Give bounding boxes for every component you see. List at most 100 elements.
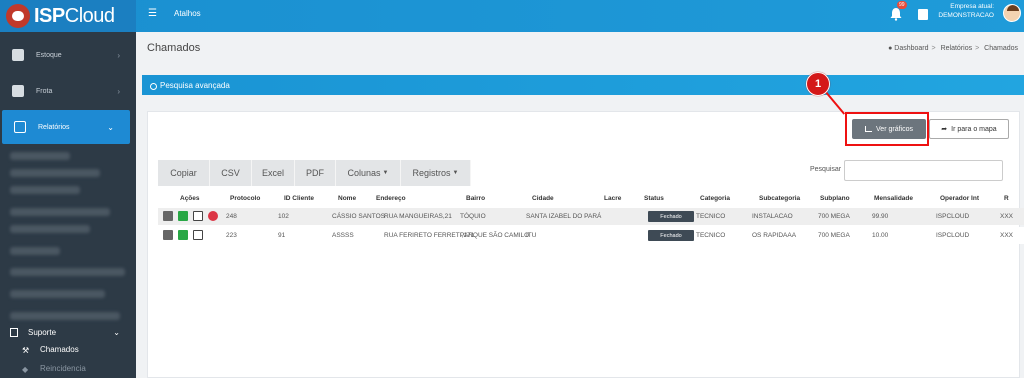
content-panel xyxy=(147,111,1020,378)
blurred-menu-item xyxy=(10,268,125,276)
blurred-menu-item xyxy=(10,225,90,233)
highlight-box xyxy=(845,112,929,146)
chevron-down-icon: ⌄ xyxy=(113,327,120,337)
excel-button[interactable]: Excel xyxy=(252,160,295,186)
search-label: Pesquisar xyxy=(810,166,842,173)
notes-icon[interactable] xyxy=(918,9,928,20)
current-company[interactable]: Empresa atual: DEMONSTRACAO xyxy=(934,2,994,20)
records-label: Registros xyxy=(412,168,451,178)
view-icon[interactable] xyxy=(163,211,173,221)
column-header[interactable]: Bairro xyxy=(466,195,485,202)
cell-cidade: ITU xyxy=(526,232,537,239)
column-header[interactable]: Subcategoria xyxy=(759,195,800,202)
table-row[interactable]: 248 102 CÁSSIO SANTOS RUA MANGUEIRAS,21 … xyxy=(158,208,1024,225)
view-icon[interactable] xyxy=(163,230,173,240)
bell-icon[interactable] xyxy=(889,7,903,21)
notification-badge: 99 xyxy=(897,1,907,9)
edit-icon[interactable] xyxy=(178,211,188,221)
cell-r: XXX xyxy=(1000,213,1014,220)
cell-endereco: RUA MANGUEIRAS,21 xyxy=(384,213,452,220)
column-header[interactable]: Protocolo xyxy=(230,195,260,202)
edit-icon[interactable] xyxy=(178,230,188,240)
breadcrumb-item[interactable]: Dashboard xyxy=(894,45,928,52)
blurred-menu-item xyxy=(10,208,110,216)
brand-logo[interactable]: ISPCloud xyxy=(0,0,136,32)
alert-icon[interactable] xyxy=(208,211,218,221)
cell-mensalidade: 99.90 xyxy=(872,213,889,220)
sidebar-item-label: Suporte xyxy=(28,327,57,337)
column-header[interactable]: Mensalidade xyxy=(874,195,913,202)
sidebar-item-frota[interactable]: Frota › xyxy=(0,74,136,108)
cell-id-cliente: 102 xyxy=(278,213,289,220)
csv-button[interactable]: CSV xyxy=(210,160,252,186)
blurred-menu-item xyxy=(10,169,100,177)
column-header[interactable]: Status xyxy=(644,195,664,202)
table-row[interactable]: 223 91 ASSSS RUA FERIRETO FERRETI,171 PA… xyxy=(158,227,1024,244)
sidebar: Estoque › Frota › Relatórios ⌄ Suporte ⌄… xyxy=(0,32,136,378)
column-header[interactable]: Endereço xyxy=(376,195,406,202)
datatable-buttons: Copiar CSV Excel PDF Colunas ▼ Registros ▼ xyxy=(158,160,471,186)
cell-cidade: SANTA IZABEL DO PARÁ xyxy=(526,213,602,220)
column-header[interactable]: Nome xyxy=(338,195,356,202)
print-icon[interactable] xyxy=(193,230,203,240)
cell-subcategoria: OS RAPIDAAA xyxy=(752,232,797,239)
sidebar-item-relatorios[interactable]: Relatórios ⌄ xyxy=(2,110,130,144)
records-dropdown[interactable]: Registros ▼ xyxy=(401,160,471,186)
column-header[interactable]: Cidade xyxy=(532,195,554,202)
user-avatar[interactable] xyxy=(1003,4,1021,22)
sidebar-subitem-reincidencia[interactable]: ◆ Reincidencia xyxy=(22,364,86,374)
column-header[interactable]: Lacre xyxy=(604,195,621,202)
cell-protocolo: 223 xyxy=(226,232,237,239)
column-header[interactable]: Categoria xyxy=(700,195,730,202)
column-header[interactable]: Subplano xyxy=(820,195,850,202)
atalhos-link[interactable]: Atalhos xyxy=(174,9,201,18)
sidebar-item-label: Frota xyxy=(36,87,53,95)
sidebar-item-suporte[interactable]: Suporte ⌄ xyxy=(0,324,136,340)
pdf-button[interactable]: PDF xyxy=(295,160,336,186)
column-header[interactable]: Ações xyxy=(180,195,200,202)
cell-subplano: 700 MEGA xyxy=(818,232,850,239)
breadcrumb-item[interactable]: Relatórios xyxy=(941,45,973,52)
top-bar: ISPCloud ☰ Atalhos 99 Empresa atual: DEM… xyxy=(0,0,1024,32)
search-input[interactable] xyxy=(844,160,1003,181)
go-to-map-button[interactable]: ➦ Ir para o mapa xyxy=(929,119,1009,139)
breadcrumb: ● Dashboard > Relatórios > Chamados xyxy=(888,45,1018,52)
cell-id-cliente: 91 xyxy=(278,232,286,239)
hamburger-menu-icon[interactable]: ☰ xyxy=(148,8,157,19)
callout-number: 1 xyxy=(806,72,830,96)
sidebar-subitem-label: Reincidencia xyxy=(40,364,86,373)
column-header[interactable]: ID Cliente xyxy=(284,195,314,202)
columns-label: Colunas xyxy=(347,168,381,178)
blurred-menu-item xyxy=(10,312,120,320)
breadcrumb-item: Chamados xyxy=(984,45,1018,52)
logo-text-bold: ISP xyxy=(34,4,65,27)
table-header: Ações Protocolo ID Cliente Nome Endereço… xyxy=(158,193,1024,207)
go-to-map-label: Ir para o mapa xyxy=(951,125,997,133)
company-label: Empresa atual: xyxy=(950,3,994,10)
cell-categoria: TECNICO xyxy=(696,213,726,220)
print-icon[interactable] xyxy=(193,211,203,221)
wrench-icon: ⚒ xyxy=(22,345,30,355)
copy-button[interactable]: Copiar xyxy=(158,160,210,186)
caret-down-icon: ▼ xyxy=(382,170,389,176)
box-icon xyxy=(12,49,24,61)
cell-bairro: PARQUE SÃO CAMILO xyxy=(460,232,530,239)
column-header[interactable]: R xyxy=(1004,195,1009,202)
cloud-logo-icon xyxy=(6,4,30,28)
column-header[interactable]: Operador Int xyxy=(940,195,979,202)
sidebar-item-estoque[interactable]: Estoque › xyxy=(0,38,136,72)
cell-mensalidade: 10.00 xyxy=(872,232,889,239)
advanced-search-label: Pesquisa avançada xyxy=(160,80,230,90)
cell-subplano: 700 MEGA xyxy=(818,213,850,220)
sidebar-item-label: Relatórios xyxy=(38,123,70,131)
dashboard-icon: ● xyxy=(888,45,893,52)
sidebar-subitem-chamados[interactable]: ⚒ Chamados xyxy=(22,345,79,355)
car-icon xyxy=(12,85,24,97)
columns-dropdown[interactable]: Colunas ▼ xyxy=(336,160,401,186)
page-title: Chamados xyxy=(147,42,201,54)
logo-text-light: Cloud xyxy=(64,4,115,27)
sidebar-subitem-label: Chamados xyxy=(40,345,79,354)
advanced-search-bar[interactable]: Pesquisa avançada xyxy=(142,75,1024,95)
cell-nome: ASSSS xyxy=(332,232,354,239)
status-badge: Fechado xyxy=(648,211,694,222)
